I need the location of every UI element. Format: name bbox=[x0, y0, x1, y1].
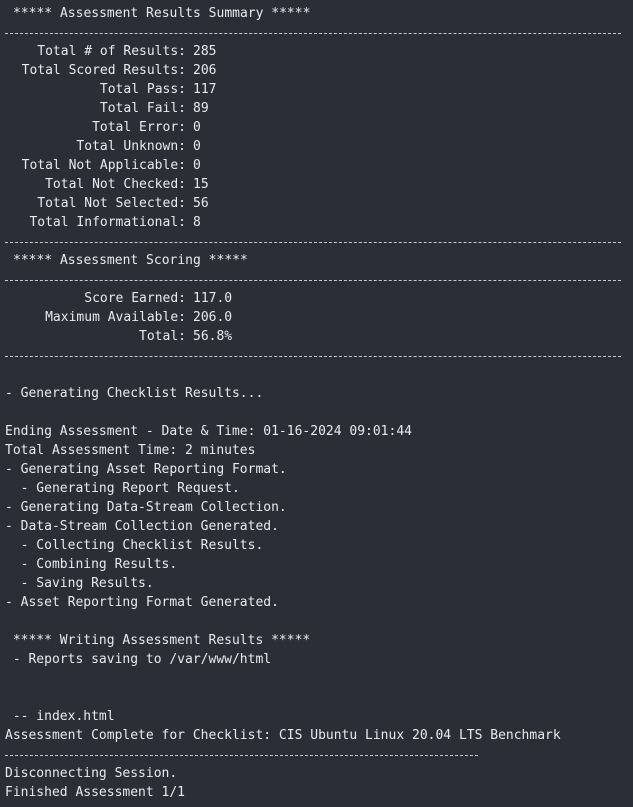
log-line: - Generating Report Request. bbox=[5, 481, 240, 496]
result-label: Total Scored Results: bbox=[21, 63, 186, 78]
result-row-not-applicable: Total Not Applicable: 0 bbox=[0, 156, 633, 175]
result-label: Total Not Applicable: bbox=[21, 158, 186, 173]
score-label: Score Earned: bbox=[84, 291, 186, 306]
result-value: 0 bbox=[193, 120, 201, 135]
score-label: Total: bbox=[139, 329, 186, 344]
log-line: - Generating Asset Reporting Format. bbox=[5, 462, 287, 477]
index-file-line: -- index.html bbox=[5, 709, 115, 724]
separator-rule bbox=[0, 23, 633, 42]
result-label: Total Error: bbox=[92, 120, 186, 135]
result-row-total-error: Total Error: 0 bbox=[0, 118, 633, 137]
log-line: - Saving Results. bbox=[5, 576, 154, 591]
result-row-not-checked: Total Not Checked: 15 bbox=[0, 175, 633, 194]
result-label: Total Fail: bbox=[99, 101, 186, 116]
log-line: - Collecting Checklist Results. bbox=[5, 538, 264, 553]
score-value: 206.0 bbox=[193, 310, 233, 325]
result-value: 56 bbox=[193, 196, 209, 211]
log-line: - Reports saving to /var/www/html bbox=[5, 652, 272, 667]
results-summary-list: Total # of Results: 285 Total Scored Resu… bbox=[0, 42, 633, 232]
log-line: Finished Assessment 1/1 bbox=[5, 785, 186, 800]
terminal-window[interactable]: ***** Assessment Results Summary ***** T… bbox=[0, 0, 633, 807]
result-value: 285 bbox=[193, 44, 217, 59]
result-label: Total Unknown: bbox=[76, 139, 186, 154]
separator-rule bbox=[0, 745, 633, 764]
scoring-list: Score Earned: 117.0 Maximum Available: 206… bbox=[0, 289, 633, 346]
separator-rule bbox=[0, 346, 633, 365]
separator-rule bbox=[0, 270, 633, 289]
score-row-total: Total: 56.8% bbox=[0, 327, 633, 346]
score-row-earned: Score Earned: 117.0 bbox=[0, 289, 633, 308]
log-line: Disconnecting Session. bbox=[5, 766, 178, 781]
result-row-total-scored: Total Scored Results: 206 bbox=[0, 61, 633, 80]
completion-line: Assessment Complete for Checklist: CIS U… bbox=[5, 728, 561, 743]
result-label: Total Not Checked: bbox=[45, 177, 186, 192]
log-line: - Combining Results. bbox=[5, 557, 178, 572]
log-line: - Asset Reporting Format Generated. bbox=[5, 595, 279, 610]
log-line: - Generating Checklist Results... bbox=[5, 386, 264, 401]
result-value: 0 bbox=[193, 139, 201, 154]
log-line: - Generating Data-Stream Collection. bbox=[5, 500, 287, 515]
score-value: 117.0 bbox=[193, 291, 233, 306]
result-value: 8 bbox=[193, 215, 201, 230]
score-value: 56.8% bbox=[193, 329, 233, 344]
writing-title: ***** Writing Assessment Results ***** bbox=[5, 633, 311, 648]
result-value: 0 bbox=[193, 158, 201, 173]
result-label: Total # of Results: bbox=[37, 44, 186, 59]
result-row-informational: Total Informational: 8 bbox=[0, 213, 633, 232]
result-row-total-fail: Total Fail: 89 bbox=[0, 99, 633, 118]
result-value: 117 bbox=[193, 82, 217, 97]
result-value: 206 bbox=[193, 63, 217, 78]
log-line: - Data-Stream Collection Generated. bbox=[5, 519, 279, 534]
result-label: Total Pass: bbox=[99, 82, 186, 97]
result-value: 15 bbox=[193, 177, 209, 192]
result-row-total-pass: Total Pass: 117 bbox=[0, 80, 633, 99]
result-label: Total Informational: bbox=[29, 215, 186, 230]
log-line: Total Assessment Time: 2 minutes bbox=[5, 443, 256, 458]
result-value: 89 bbox=[193, 101, 209, 116]
score-label: Maximum Available: bbox=[45, 310, 186, 325]
scoring-title: ***** Assessment Scoring ***** bbox=[13, 253, 248, 268]
score-row-maximum: Maximum Available: 206.0 bbox=[0, 308, 633, 327]
result-row-total-results: Total # of Results: 285 bbox=[0, 42, 633, 61]
log-line: Ending Assessment - Date & Time: 01-16-2… bbox=[5, 424, 412, 439]
separator-rule bbox=[0, 232, 633, 251]
result-row-total-unknown: Total Unknown: 0 bbox=[0, 137, 633, 156]
summary-title: ***** Assessment Results Summary ***** bbox=[13, 6, 311, 21]
result-label: Total Not Selected: bbox=[37, 196, 186, 211]
result-row-not-selected: Total Not Selected: 56 bbox=[0, 194, 633, 213]
